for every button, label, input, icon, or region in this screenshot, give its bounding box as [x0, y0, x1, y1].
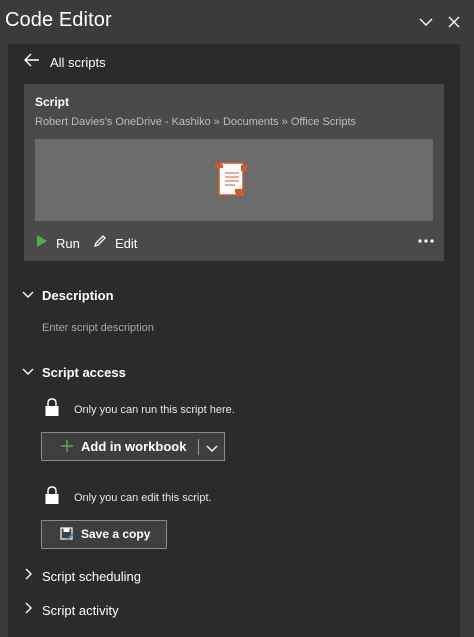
- script-name: Script: [35, 95, 70, 109]
- chevron-down-icon: [22, 286, 34, 304]
- close-icon[interactable]: [445, 13, 463, 31]
- edit-access-row: Only you can edit this script.: [44, 485, 212, 510]
- script-card: Script Robert Davies's OneDrive - Kashik…: [24, 84, 444, 261]
- back-to-all-scripts[interactable]: All scripts: [24, 52, 106, 72]
- script-activity-heading: Script activity: [42, 602, 119, 618]
- run-label: Run: [56, 236, 80, 251]
- edit-access-text: Only you can edit this script.: [74, 491, 212, 504]
- save-a-copy-button[interactable]: Save a copy: [41, 520, 167, 549]
- script-scheduling-heading: Script scheduling: [42, 568, 141, 584]
- script-file-icon: [215, 162, 247, 196]
- chevron-down-icon[interactable]: [417, 13, 435, 31]
- save-copy-icon: [60, 527, 74, 546]
- script-details-panel: All scripts Script Robert Davies's OneDr…: [8, 44, 460, 637]
- play-icon: [36, 234, 48, 253]
- chevron-right-icon: [22, 567, 34, 585]
- run-access-text: Only you can run this script here.: [74, 403, 235, 416]
- arrow-left-icon: [24, 53, 40, 72]
- lock-icon: [44, 485, 60, 510]
- plus-icon: [60, 439, 74, 458]
- title-bar: Code Editor: [0, 0, 474, 44]
- run-access-row: Only you can run this script here.: [44, 397, 235, 422]
- edit-button[interactable]: Edit: [93, 234, 137, 253]
- run-button[interactable]: Run: [36, 234, 80, 253]
- description-section-toggle[interactable]: Description: [22, 286, 114, 304]
- lock-icon: [44, 397, 60, 422]
- script-scheduling-section-toggle[interactable]: Script scheduling: [22, 567, 141, 585]
- add-in-workbook-button[interactable]: Add in workbook: [41, 432, 225, 461]
- pencil-icon: [93, 234, 107, 253]
- more-horizontal-icon[interactable]: [414, 232, 438, 250]
- edit-label: Edit: [115, 236, 138, 251]
- chevron-down-icon[interactable]: [205, 441, 219, 459]
- save-a-copy-label: Save a copy: [81, 527, 151, 541]
- script-preview: [35, 139, 433, 221]
- description-heading: Description: [42, 287, 114, 303]
- script-access-section-toggle[interactable]: Script access: [22, 363, 126, 381]
- script-activity-section-toggle[interactable]: Script activity: [22, 601, 119, 619]
- description-input[interactable]: Enter script description: [42, 322, 154, 334]
- window-title: Code Editor: [5, 9, 112, 31]
- add-in-workbook-label: Add in workbook: [81, 439, 187, 454]
- back-label: All scripts: [50, 54, 106, 70]
- chevron-down-icon: [22, 363, 34, 381]
- split-divider: [198, 439, 199, 455]
- script-path: Robert Davies's OneDrive - Kashiko » Doc…: [35, 116, 357, 128]
- script-access-heading: Script access: [42, 364, 126, 380]
- chevron-right-icon: [22, 601, 34, 619]
